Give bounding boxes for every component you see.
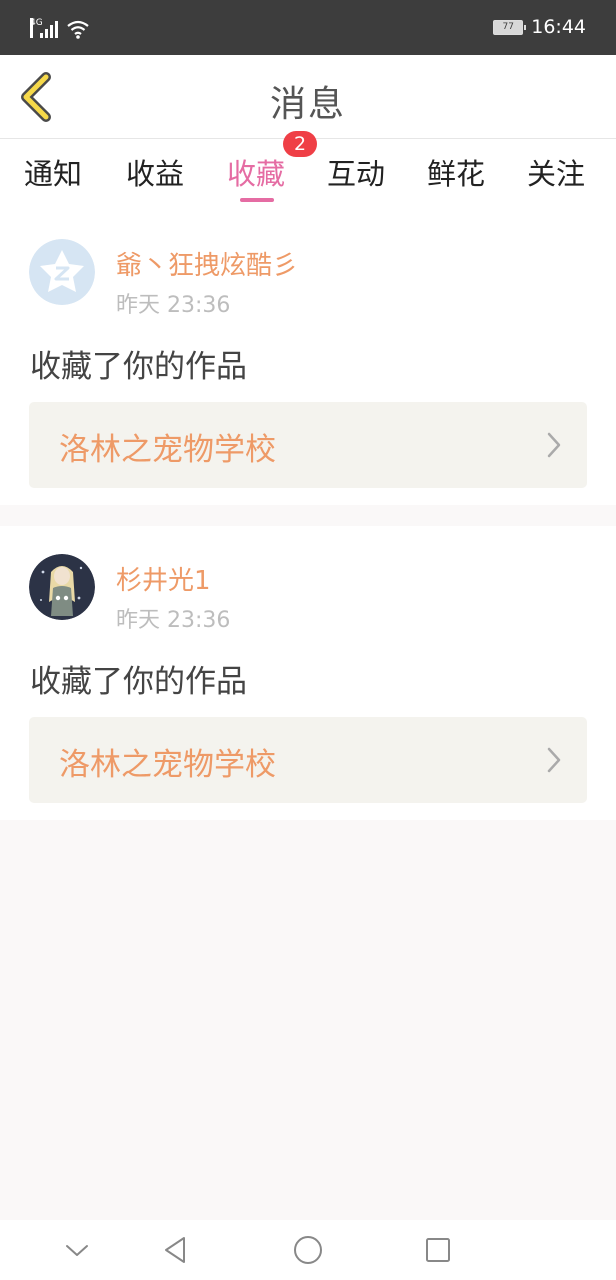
tab-notifications[interactable]: 通知: [24, 151, 82, 193]
message-action: 收藏了你的作品: [30, 349, 247, 385]
system-nav-bar: [0, 1220, 616, 1280]
status-indicators: 4G: [30, 14, 90, 40]
avatar[interactable]: [29, 554, 95, 620]
unread-badge: 2: [283, 131, 317, 157]
active-tab-indicator: [240, 198, 274, 202]
work-title: 洛林之宠物学校: [59, 432, 276, 468]
message-card: 爺丶狂拽炫酷彡 昨天 23:36 收藏了你的作品 洛林之宠物学校: [0, 205, 616, 505]
chevron-right-icon: [547, 747, 561, 773]
message-time: 昨天 23:36: [116, 608, 231, 633]
message-card: 杉井光1 昨天 23:36 收藏了你的作品 洛林之宠物学校: [0, 526, 616, 820]
nav-recents-icon[interactable]: [422, 1234, 454, 1266]
battery-icon: 77: [493, 19, 527, 35]
message-time: 昨天 23:36: [116, 293, 231, 318]
nav-home-icon[interactable]: [292, 1234, 324, 1266]
user-avatar-icon: [29, 554, 95, 620]
work-link[interactable]: 洛林之宠物学校: [29, 717, 587, 803]
message-action: 收藏了你的作品: [30, 664, 247, 700]
signal-icon: 4G: [30, 18, 60, 40]
username[interactable]: 杉井光1: [116, 560, 211, 597]
header: 消息: [0, 55, 616, 139]
chevron-right-icon: [547, 432, 561, 458]
nav-back-icon[interactable]: [159, 1234, 191, 1266]
tab-favorites[interactable]: 收藏: [227, 151, 285, 193]
nav-down-icon[interactable]: [61, 1234, 93, 1266]
tab-follows[interactable]: 关注: [527, 151, 585, 193]
status-bar: 4G 77 16:44: [0, 0, 616, 55]
tab-flowers[interactable]: 鲜花: [427, 151, 485, 193]
status-right: 77 16:44: [493, 14, 586, 40]
work-title: 洛林之宠物学校: [59, 747, 276, 783]
username[interactable]: 爺丶狂拽炫酷彡: [116, 245, 298, 282]
tab-interactions[interactable]: 互动: [327, 151, 385, 193]
avatar[interactable]: [29, 239, 95, 305]
network-type: 4G: [30, 18, 43, 38]
status-time: 16:44: [531, 16, 586, 38]
page-title: 消息: [269, 84, 346, 125]
work-link[interactable]: 洛林之宠物学校: [29, 402, 587, 488]
wifi-icon: [67, 20, 89, 39]
default-avatar-icon: [29, 239, 95, 305]
tab-earnings[interactable]: 收益: [126, 151, 184, 193]
